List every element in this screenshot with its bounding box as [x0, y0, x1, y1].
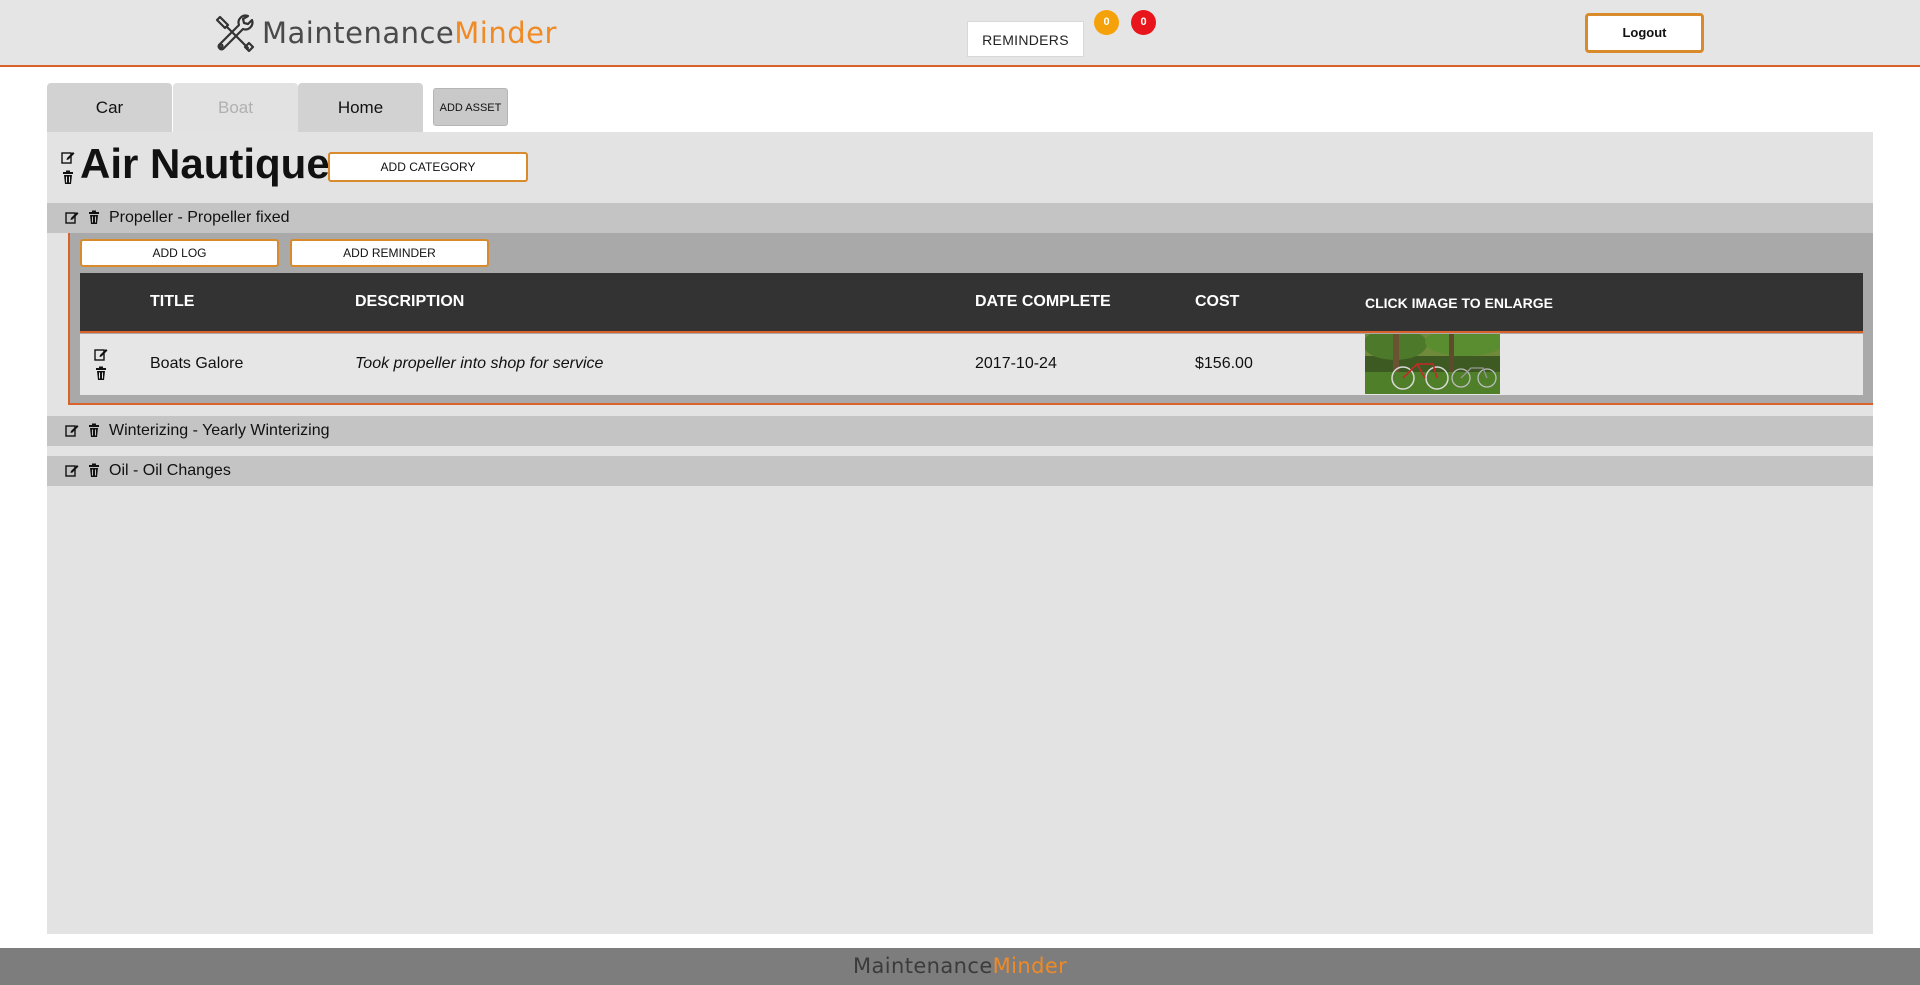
cell-cost: $156.00: [1195, 355, 1253, 372]
add-reminder-button[interactable]: ADD REMINDER: [290, 239, 489, 267]
edit-icon[interactable]: [65, 463, 79, 477]
asset-title: Air Nautique: [80, 140, 330, 187]
logout-button[interactable]: Logout: [1585, 13, 1704, 53]
column-header-title: TITLE: [150, 293, 195, 310]
category-label[interactable]: Oil - Oil Changes: [109, 462, 231, 480]
table-row: Boats Galore Took propeller into shop fo…: [80, 334, 1863, 395]
column-header-date: DATE COMPLETE: [975, 293, 1111, 310]
row-actions: [94, 347, 108, 380]
trash-icon[interactable]: [94, 366, 108, 380]
tab-car[interactable]: Car: [47, 83, 172, 132]
brand-name: MaintenanceMinder: [262, 15, 557, 50]
cell-title: Boats Galore: [150, 355, 244, 372]
category-row[interactable]: Propeller - Propeller fixed: [47, 203, 1873, 233]
top-header: MaintenanceMinder REMINDERS 0 0 Logout: [0, 0, 1920, 67]
reminder-count-badge-red: 0: [1131, 10, 1156, 35]
trash-icon[interactable]: [61, 170, 75, 184]
wrench-screwdriver-icon: [215, 13, 255, 52]
add-asset-button[interactable]: ADD ASSET: [433, 88, 508, 126]
column-header-image: CLICK IMAGE TO ENLARGE: [1365, 295, 1553, 311]
log-table-header: TITLE DESCRIPTION DATE COMPLETE COST CLI…: [80, 273, 1863, 333]
tab-home[interactable]: Home: [298, 83, 423, 132]
tab-boat[interactable]: Boat: [173, 83, 298, 132]
add-category-button[interactable]: ADD CATEGORY: [328, 152, 528, 182]
footer-brand-logo: MaintenanceMinder: [853, 954, 1068, 978]
category-label[interactable]: Propeller - Propeller fixed: [109, 209, 290, 227]
brand-logo[interactable]: MaintenanceMinder: [212, 10, 557, 55]
category-row[interactable]: Oil - Oil Changes: [47, 456, 1873, 486]
cell-date: 2017-10-24: [975, 355, 1057, 372]
edit-icon[interactable]: [94, 347, 108, 361]
log-image-thumbnail[interactable]: [1365, 334, 1500, 394]
trash-icon[interactable]: [87, 210, 101, 224]
category-row[interactable]: Winterizing - Yearly Winterizing: [47, 416, 1873, 446]
cell-description: Took propeller into shop for service: [355, 355, 604, 372]
asset-actions: [61, 150, 75, 184]
edit-icon[interactable]: [65, 210, 79, 224]
edit-icon[interactable]: [65, 423, 79, 437]
column-header-description: DESCRIPTION: [355, 293, 465, 310]
column-header-cost: COST: [1195, 293, 1240, 310]
trash-icon[interactable]: [87, 463, 101, 477]
footer: MaintenanceMinder: [0, 948, 1920, 985]
reminders-button[interactable]: REMINDERS: [967, 21, 1084, 57]
edit-icon[interactable]: [61, 150, 75, 164]
reminder-count-badge-orange: 0: [1094, 10, 1119, 35]
trash-icon[interactable]: [87, 423, 101, 437]
add-log-button[interactable]: ADD LOG: [80, 239, 279, 267]
category-label[interactable]: Winterizing - Yearly Winterizing: [109, 422, 330, 440]
